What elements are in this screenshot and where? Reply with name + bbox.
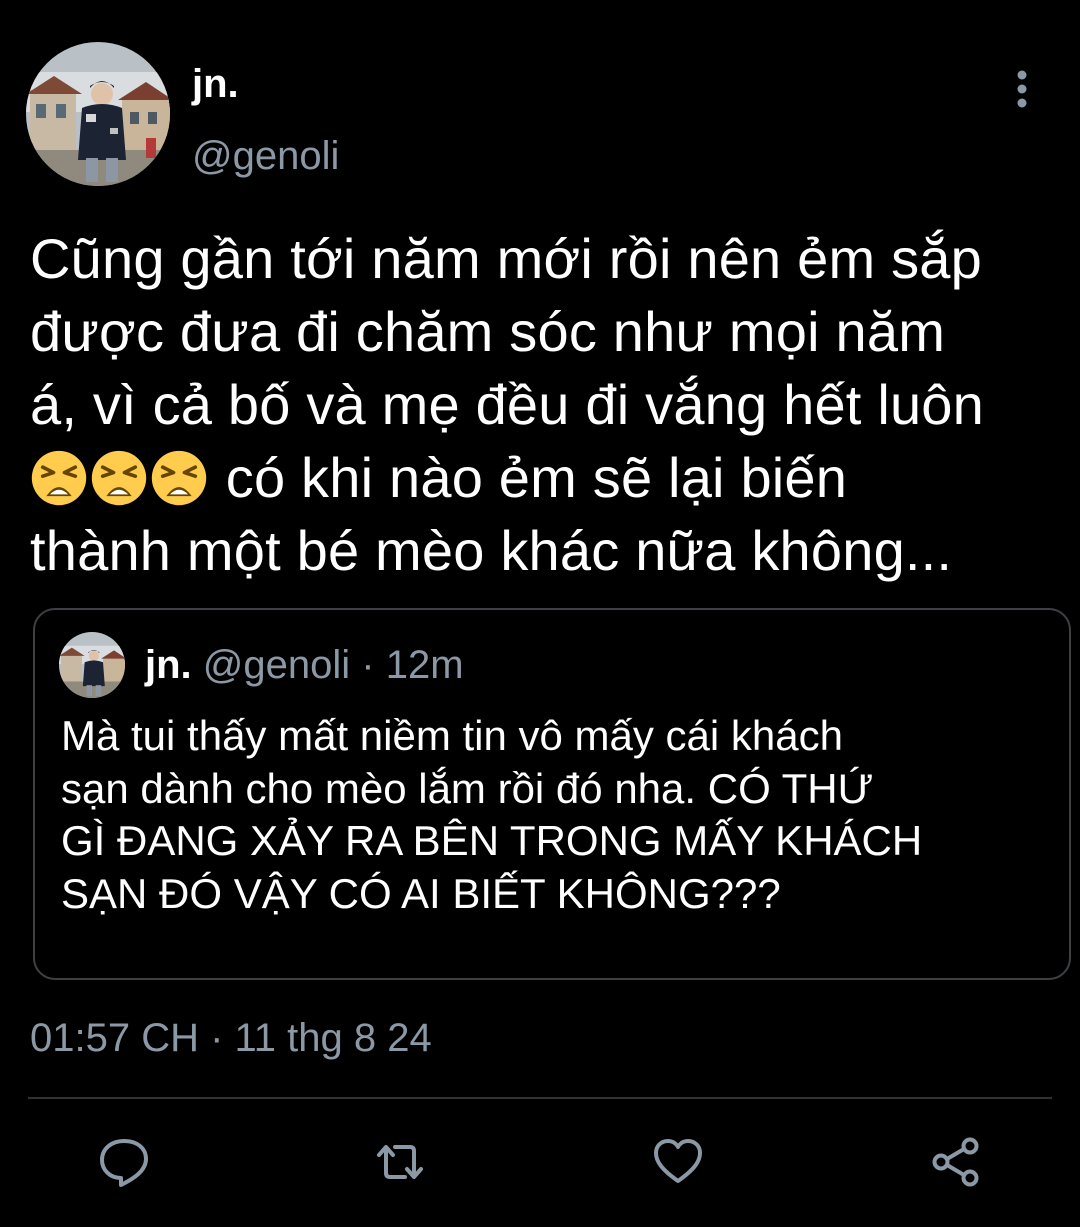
reply-icon: [100, 1139, 148, 1187]
heart-icon: [654, 1139, 702, 1183]
divider: [28, 1097, 1052, 1099]
quoted-text-line: GÌ ĐANG XẢY RA BÊN TRONG MẤY KHÁCH: [61, 817, 923, 864]
reply-button[interactable]: [94, 1132, 154, 1192]
retweet-button[interactable]: [370, 1132, 430, 1192]
avatar-photo: [59, 632, 125, 698]
more-options-button[interactable]: [1000, 66, 1044, 112]
share-icon: [932, 1137, 979, 1187]
quoted-text-line: Mà tui thấy mất niềm tin vô mấy cái khác…: [61, 712, 843, 759]
author-avatar[interactable]: [26, 42, 170, 186]
tired-face-icon: [90, 449, 148, 507]
share-button[interactable]: [926, 1132, 986, 1192]
tweet-text-line: Cũng gần tới năm mới rồi nên ẻm sắp: [30, 227, 982, 290]
quoted-author-avatar: [59, 632, 125, 698]
tweet-text-line: thành một bé mèo khác nữa không...: [30, 519, 953, 582]
quoted-text-line: SẠN ĐÓ VẬY CÓ AI BIẾT KHÔNG???: [61, 869, 781, 917]
more-vertical-icon: [1017, 70, 1027, 108]
tweet-timestamp[interactable]: 01:57 CH · 11 thg 8 24: [30, 1012, 432, 1064]
tired-face-icon: [150, 449, 208, 507]
tired-face-icon: [30, 449, 88, 507]
author-handle[interactable]: @genoli: [192, 130, 339, 182]
tweet-text-line-with-emoji: có khi nào ẻm sẽ lại biến: [30, 441, 1060, 514]
tweet-text: Cũng gần tới năm mới rồi nên ẻm sắp được…: [30, 222, 1060, 587]
quoted-text-line: sạn dành cho mèo lắm rồi đó nha. CÓ THỨ: [61, 764, 874, 812]
tweet-text-line: có khi nào ẻm sẽ lại biến: [210, 446, 848, 509]
like-button[interactable]: [648, 1132, 708, 1192]
tweet-text-line: á, vì cả bố và mẹ đều đi vắng hết luôn: [30, 373, 984, 436]
quoted-author-name: jn.: [145, 643, 192, 687]
tweet-detail: jn. @genoli Cũng gần tới năm mới rồi nên…: [0, 0, 1080, 1227]
quoted-tweet-text: Mà tui thấy mất niềm tin vô mấy cái khác…: [61, 710, 1051, 920]
avatar-photo: [26, 42, 170, 186]
quoted-tweet-card[interactable]: jn. @genoli · 12m Mà tui thấy mất niềm t…: [33, 608, 1071, 980]
author-display-name[interactable]: jn.: [192, 58, 239, 110]
retweet-icon: [377, 1145, 423, 1179]
quoted-tweet-header: jn. @genoli · 12m: [145, 640, 464, 690]
quoted-author-meta: @genoli · 12m: [202, 643, 464, 687]
tweet-text-line: được đưa đi chăm sóc như mọi năm: [30, 300, 946, 363]
